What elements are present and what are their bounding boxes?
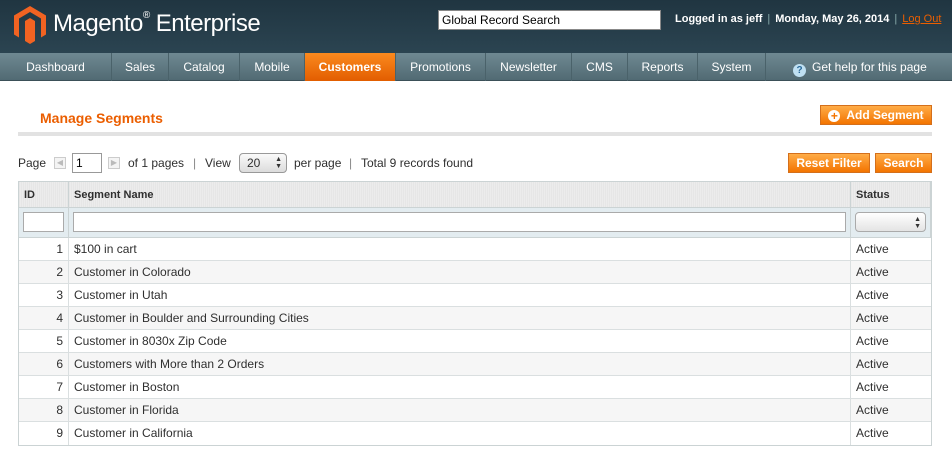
row-id: 6 (19, 353, 69, 375)
row-id: 2 (19, 261, 69, 283)
nav-item-promotions[interactable]: Promotions (396, 53, 486, 81)
column-header-segment-name[interactable]: Segment Name (69, 182, 851, 207)
filter-cell-name (69, 208, 851, 237)
per-page-label: per page (294, 156, 342, 170)
row-id: 9 (19, 422, 69, 445)
title-divider (18, 132, 932, 136)
row-segment-name: Customers with More than 2 Orders (69, 353, 851, 375)
row-status: Active (856, 242, 889, 256)
table-row[interactable]: 7 Customer in Boston Active (19, 376, 931, 399)
prev-page-icon[interactable]: ◀ (54, 157, 66, 169)
id-filter-input[interactable] (23, 212, 64, 232)
grid-filter-row: ▲ ▼ (19, 208, 931, 238)
global-search-input[interactable] (438, 10, 661, 30)
filter-cell-status: ▲ ▼ (851, 208, 931, 237)
nav-item-dashboard[interactable]: Dashboard (0, 53, 112, 81)
table-row[interactable]: 8 Customer in Florida Active (19, 399, 931, 422)
help-link[interactable]: ? Get help for this page (793, 53, 927, 81)
logo-brand: Magento (53, 10, 143, 37)
row-status: Active (856, 334, 889, 348)
row-segment-name: Customer in Florida (69, 399, 851, 421)
row-id: 5 (19, 330, 69, 352)
nav-item-sales[interactable]: Sales (112, 53, 169, 81)
table-row[interactable]: 3 Customer in Utah Active (19, 284, 931, 307)
row-status: Active (856, 265, 889, 279)
row-id: 7 (19, 376, 69, 398)
column-header-status[interactable]: Status (851, 182, 931, 207)
admin-header: Magento® Enterprise Logged in as jeff | Mon… (0, 0, 952, 53)
logo-text[interactable]: Magento® Enterprise (53, 10, 261, 38)
table-row[interactable]: 9 Customer in California Active (19, 422, 931, 445)
page-number-input[interactable] (72, 153, 102, 173)
select-arrows-icon: ▲ ▼ (914, 216, 921, 230)
logout-link[interactable]: Log Out (902, 13, 941, 25)
nav-item-customers[interactable]: Customers (305, 53, 396, 81)
name-filter-input[interactable] (73, 212, 846, 232)
logo-registered-mark: ® (142, 10, 150, 21)
current-date: Monday, May 26, 2014 (775, 13, 890, 25)
row-status: Active (856, 380, 889, 394)
per-page-value: 20 (247, 156, 261, 170)
nav-item-catalog[interactable]: Catalog (169, 53, 240, 81)
add-segment-label: Add Segment (846, 108, 924, 122)
per-page-select[interactable]: 20 ▲ ▼ (239, 153, 287, 173)
row-segment-name: $100 in cart (69, 238, 851, 260)
segments-grid: ID Segment Name Status ▲ ▼ 1 $100 in cart… (18, 181, 932, 446)
row-segment-name: Customer in Colorado (69, 261, 851, 283)
table-row[interactable]: 4 Customer in Boulder and Surrounding Ci… (19, 307, 931, 330)
table-row[interactable]: 1 $100 in cart Active (19, 238, 931, 261)
magento-logo-icon (14, 6, 46, 44)
row-segment-name: Customer in Utah (69, 284, 851, 306)
grid-header-row: ID Segment Name Status (19, 182, 931, 208)
page-label: Page (18, 156, 47, 170)
select-arrows-icon: ▲ ▼ (275, 156, 282, 170)
row-status: Active (856, 426, 889, 440)
table-row[interactable]: 5 Customer in 8030x Zip Code Active (19, 330, 931, 353)
nav-item-cms[interactable]: CMS (572, 53, 628, 81)
help-label: Get help for this page (812, 60, 927, 74)
help-icon: ? (793, 64, 806, 77)
row-segment-name: Customer in Boston (69, 376, 851, 398)
table-row[interactable]: 2 Customer in Colorado Active (19, 261, 931, 284)
nav-item-system[interactable]: System (698, 53, 766, 81)
row-segment-name: Customer in 8030x Zip Code (69, 330, 851, 352)
row-status: Active (856, 311, 889, 325)
reset-filter-button[interactable]: Reset Filter (788, 153, 870, 173)
row-status: Active (856, 403, 889, 417)
plus-icon: + (828, 110, 841, 122)
user-info: Logged in as jeff | Monday, May 26, 2014 | L… (675, 13, 941, 25)
row-id: 4 (19, 307, 69, 329)
row-segment-name: Customer in California (69, 422, 851, 445)
separator: | (767, 13, 771, 25)
total-records: Total 9 records found (361, 156, 474, 170)
row-id: 3 (19, 284, 69, 306)
main-nav: Dashboard Sales Catalog Mobile Customers… (0, 53, 952, 81)
row-id: 8 (19, 399, 69, 421)
separator: | (349, 156, 353, 170)
table-row[interactable]: 6 Customers with More than 2 Orders Acti… (19, 353, 931, 376)
row-id: 1 (19, 238, 69, 260)
nav-item-reports[interactable]: Reports (628, 53, 698, 81)
page-title: Manage Segments (40, 110, 163, 126)
search-button[interactable]: Search (875, 153, 932, 173)
nav-item-mobile[interactable]: Mobile (240, 53, 305, 81)
row-segment-name: Customer in Boulder and Surrounding Citi… (69, 307, 851, 329)
next-page-icon[interactable]: ▶ (108, 157, 120, 169)
filter-cell-id (19, 208, 69, 237)
row-status: Active (856, 357, 889, 371)
add-segment-button[interactable]: + Add Segment (820, 105, 932, 125)
separator: | (894, 13, 898, 25)
column-header-id[interactable]: ID (19, 182, 69, 207)
nav-item-newsletter[interactable]: Newsletter (486, 53, 572, 81)
separator: | (193, 156, 197, 170)
status-filter-select[interactable]: ▲ ▼ (855, 212, 926, 232)
row-status: Active (856, 288, 889, 302)
of-pages-label: of 1 pages (128, 156, 185, 170)
view-label: View (205, 156, 231, 170)
logo-edition: Enterprise (155, 10, 261, 37)
logged-in-label: Logged in as jeff (675, 13, 763, 25)
